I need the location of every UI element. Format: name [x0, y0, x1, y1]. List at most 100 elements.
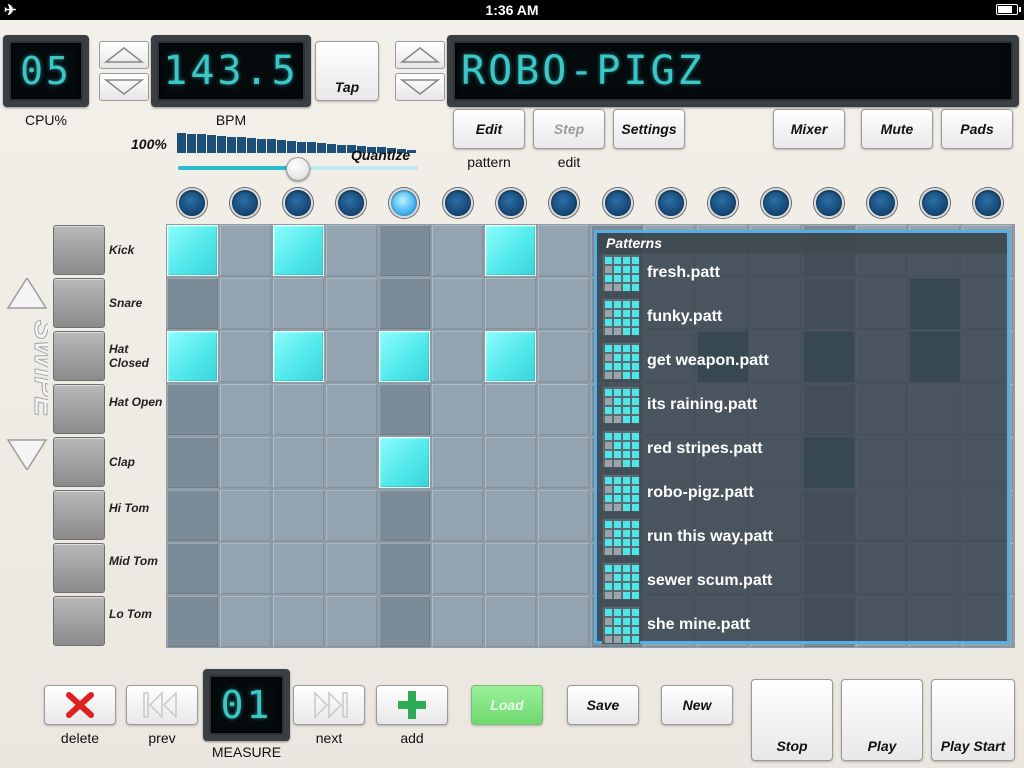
pad-button[interactable] — [53, 490, 105, 540]
pattern-list-item[interactable]: get weapon.patt — [599, 340, 1007, 384]
swipe-indicator[interactable]: SWIPE — [6, 278, 48, 470]
step-cell[interactable] — [432, 384, 483, 435]
pattern-list-item[interactable]: sewer scum.patt — [599, 560, 1007, 604]
play-button[interactable]: Play — [841, 679, 923, 761]
stop-button[interactable]: Stop — [751, 679, 833, 761]
step-cell[interactable] — [326, 384, 377, 435]
new-button[interactable]: New — [661, 685, 733, 725]
step-cell[interactable] — [167, 384, 218, 435]
edit-button[interactable]: Edit — [453, 109, 525, 149]
step-cell[interactable] — [485, 225, 536, 276]
pattern-list-item[interactable]: its raining.patt — [599, 384, 1007, 428]
pattern-list-item[interactable]: funky.patt — [599, 296, 1007, 340]
pad-button[interactable] — [53, 331, 105, 381]
step-cell[interactable] — [326, 490, 377, 541]
step-cell[interactable] — [379, 596, 430, 647]
step-cell[interactable] — [167, 331, 218, 382]
step-cell[interactable] — [273, 437, 324, 488]
step-cell[interactable] — [379, 384, 430, 435]
step-cell[interactable] — [273, 384, 324, 435]
step-cell[interactable] — [379, 278, 430, 329]
step-cell[interactable] — [326, 278, 377, 329]
step-cell[interactable] — [167, 543, 218, 594]
pad-button[interactable] — [53, 278, 105, 328]
pattern-list-item[interactable]: run this way.patt — [599, 516, 1007, 560]
step-cell[interactable] — [379, 225, 430, 276]
step-cell[interactable] — [379, 490, 430, 541]
step-cell[interactable] — [432, 490, 483, 541]
pattern-list-item[interactable]: she mine.patt — [599, 604, 1007, 648]
step-cell[interactable] — [220, 225, 271, 276]
pad-button[interactable] — [53, 437, 105, 487]
step-cell[interactable] — [167, 225, 218, 276]
step-cell[interactable] — [220, 437, 271, 488]
pattern-list-item[interactable]: red stripes.patt — [599, 428, 1007, 472]
step-cell[interactable] — [273, 331, 324, 382]
step-cell[interactable] — [538, 331, 589, 382]
step-cell[interactable] — [485, 596, 536, 647]
tap-button[interactable]: Tap — [315, 41, 379, 101]
step-cell[interactable] — [485, 490, 536, 541]
prev-button[interactable] — [126, 685, 198, 725]
step-cell[interactable] — [273, 278, 324, 329]
step-cell[interactable] — [379, 331, 430, 382]
step-cell[interactable] — [432, 225, 483, 276]
step-cell[interactable] — [432, 543, 483, 594]
delete-button[interactable] — [44, 685, 116, 725]
step-cell[interactable] — [538, 384, 589, 435]
song-up-button[interactable] — [395, 41, 445, 69]
step-cell[interactable] — [220, 490, 271, 541]
step-cell[interactable] — [538, 596, 589, 647]
pads-button[interactable]: Pads — [941, 109, 1013, 149]
pad-button[interactable] — [53, 596, 105, 646]
step-cell[interactable] — [432, 278, 483, 329]
play-start-button[interactable]: Play Start — [931, 679, 1015, 761]
settings-button[interactable]: Settings — [613, 109, 685, 149]
step-cell[interactable] — [432, 596, 483, 647]
step-cell[interactable] — [538, 490, 589, 541]
step-cell[interactable] — [167, 490, 218, 541]
pattern-list-item[interactable]: robo-pigz.patt — [599, 472, 1007, 516]
step-cell[interactable] — [326, 543, 377, 594]
mixer-button[interactable]: Mixer — [773, 109, 845, 149]
step-cell[interactable] — [485, 543, 536, 594]
step-cell[interactable] — [220, 331, 271, 382]
quantize-slider-thumb[interactable] — [286, 157, 310, 181]
next-button[interactable] — [293, 685, 365, 725]
step-cell[interactable] — [379, 543, 430, 594]
load-button[interactable]: Load — [471, 685, 543, 725]
step-button[interactable]: Step — [533, 109, 605, 149]
step-cell[interactable] — [326, 331, 377, 382]
step-cell[interactable] — [326, 225, 377, 276]
mute-button[interactable]: Mute — [861, 109, 933, 149]
step-cell[interactable] — [538, 437, 589, 488]
step-cell[interactable] — [273, 543, 324, 594]
step-cell[interactable] — [220, 596, 271, 647]
step-cell[interactable] — [273, 490, 324, 541]
step-cell[interactable] — [538, 278, 589, 329]
step-cell[interactable] — [167, 278, 218, 329]
step-cell[interactable] — [432, 331, 483, 382]
step-cell[interactable] — [379, 437, 430, 488]
step-cell[interactable] — [167, 437, 218, 488]
step-cell[interactable] — [485, 384, 536, 435]
step-cell[interactable] — [167, 596, 218, 647]
add-button[interactable] — [376, 685, 448, 725]
save-button[interactable]: Save — [567, 685, 639, 725]
step-cell[interactable] — [326, 437, 377, 488]
pad-button[interactable] — [53, 543, 105, 593]
step-cell[interactable] — [220, 384, 271, 435]
pad-button[interactable] — [53, 225, 105, 275]
step-cell[interactable] — [485, 278, 536, 329]
pad-button[interactable] — [53, 384, 105, 434]
pattern-list-item[interactable]: fresh.patt — [599, 252, 1007, 296]
bpm-up-button[interactable] — [99, 41, 149, 69]
step-cell[interactable] — [538, 225, 589, 276]
step-cell[interactable] — [432, 437, 483, 488]
step-cell[interactable] — [326, 596, 377, 647]
step-cell[interactable] — [273, 596, 324, 647]
bpm-down-button[interactable] — [99, 73, 149, 101]
step-cell[interactable] — [485, 331, 536, 382]
step-cell[interactable] — [220, 543, 271, 594]
step-cell[interactable] — [538, 543, 589, 594]
